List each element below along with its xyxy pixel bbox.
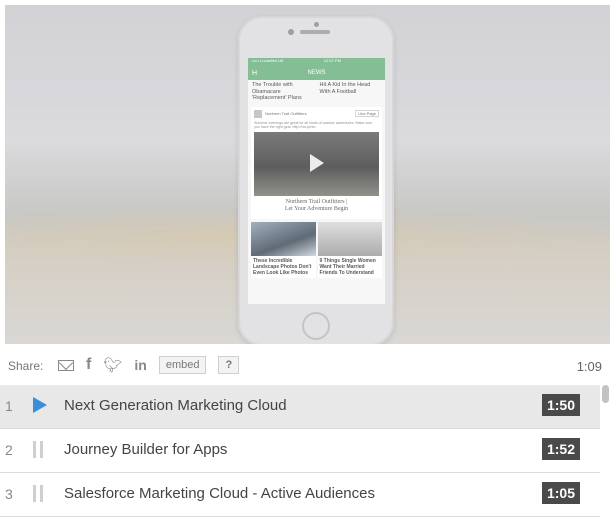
like-page-button: Like Page — [355, 110, 379, 117]
video-duration: 1:09 — [576, 359, 602, 374]
phone-status-bar: ••••• Lucasfilm UK 12:57 PM — [248, 58, 385, 66]
card-text: Summer evenings are great for all kinds … — [254, 120, 373, 129]
thumbnail-1-text: These Incredible Landscape Photos Don't … — [253, 258, 312, 277]
phone-sensor — [314, 22, 319, 27]
play-icon — [33, 397, 47, 413]
headline-right: Hit A Kid In the Head With A Football — [319, 82, 371, 95]
phone-speaker — [300, 30, 330, 34]
play-icon — [310, 154, 324, 173]
pause-icon — [33, 441, 43, 458]
thumbnail-2-text: 9 Things Single Women Want Their Married… — [319, 258, 376, 277]
help-button[interactable]: ? — [218, 356, 240, 374]
playlist-scrollbar[interactable] — [601, 385, 611, 497]
twitter-icon[interactable]: 🐦︎ — [103, 356, 122, 374]
playlist-item-2[interactable]: 2 Journey Builder for Apps 1:52 — [0, 429, 600, 473]
landscape-image — [251, 222, 316, 257]
share-label: Share: — [8, 359, 44, 373]
thumbnail-2: 9 Things Single Women Want Their Married… — [317, 222, 382, 279]
video-caption: Northern Trail Outfitters | Let Your Adv… — [254, 196, 379, 216]
embed-button[interactable]: embed — [158, 356, 207, 374]
phone-mockup: ••••• Lucasfilm UK 12:57 PM H NEWS The T… — [238, 16, 394, 344]
scrollbar-thumb[interactable] — [602, 385, 609, 403]
video-player[interactable]: ••••• Lucasfilm UK 12:57 PM H NEWS The T… — [5, 5, 610, 344]
share-bar: Share: f 🐦︎ in embed ? 1:09 — [0, 350, 616, 382]
nav-title: NEWS — [307, 70, 326, 76]
share-icons: f 🐦︎ in embed ? — [58, 356, 240, 374]
item-index: 1 — [5, 398, 13, 414]
playlist-item-1[interactable]: 1 Next Generation Marketing Cloud 1:50 — [0, 385, 600, 429]
embedded-video-thumbnail — [254, 132, 379, 197]
portrait-image — [317, 222, 382, 257]
phone-nav-bar: H NEWS — [248, 66, 385, 80]
sponsored-card: Northern Trail Outfitters Like Page Summ… — [251, 106, 382, 220]
pause-icon — [33, 485, 43, 502]
thumbnail-1: These Incredible Landscape Photos Don't … — [251, 222, 316, 279]
item-index: 2 — [5, 442, 13, 458]
status-time: 12:57 PM — [323, 58, 341, 63]
item-title: Salesforce Marketing Cloud - Active Audi… — [64, 485, 375, 502]
headline-row: The Trouble with Obamacare 'Replacement'… — [248, 80, 385, 104]
phone-screen: ••••• Lucasfilm UK 12:57 PM H NEWS The T… — [248, 58, 385, 304]
item-title: Next Generation Marketing Cloud — [64, 397, 287, 414]
phone-camera — [288, 29, 294, 35]
playlist-item-3[interactable]: 3 Salesforce Marketing Cloud - Active Au… — [0, 473, 600, 517]
headline-left: The Trouble with Obamacare 'Replacement'… — [252, 82, 302, 101]
app-logo-icon: H — [252, 69, 258, 77]
item-title: Journey Builder for Apps — [64, 441, 228, 458]
item-duration: 1:05 — [541, 482, 580, 504]
card-header: Northern Trail Outfitters Like Page — [254, 109, 379, 118]
playlist: 1 Next Generation Marketing Cloud 1:50 2… — [0, 385, 600, 517]
phone-home-button — [302, 312, 330, 340]
caption-line-1: Northern Trail Outfitters | — [285, 199, 348, 206]
item-duration: 1:50 — [541, 394, 580, 416]
mail-icon[interactable] — [58, 359, 74, 371]
thumbnail-row: These Incredible Landscape Photos Don't … — [251, 222, 382, 279]
item-duration: 1:52 — [541, 438, 580, 460]
item-index: 3 — [5, 486, 13, 502]
facebook-icon[interactable]: f — [86, 356, 91, 374]
avatar — [254, 109, 262, 118]
linkedin-icon[interactable]: in — [134, 357, 146, 373]
caption-line-2: Let Your Adventure Begin — [284, 206, 349, 213]
status-carrier: ••••• Lucasfilm UK — [252, 58, 284, 63]
card-source: Northern Trail Outfitters — [265, 111, 307, 116]
